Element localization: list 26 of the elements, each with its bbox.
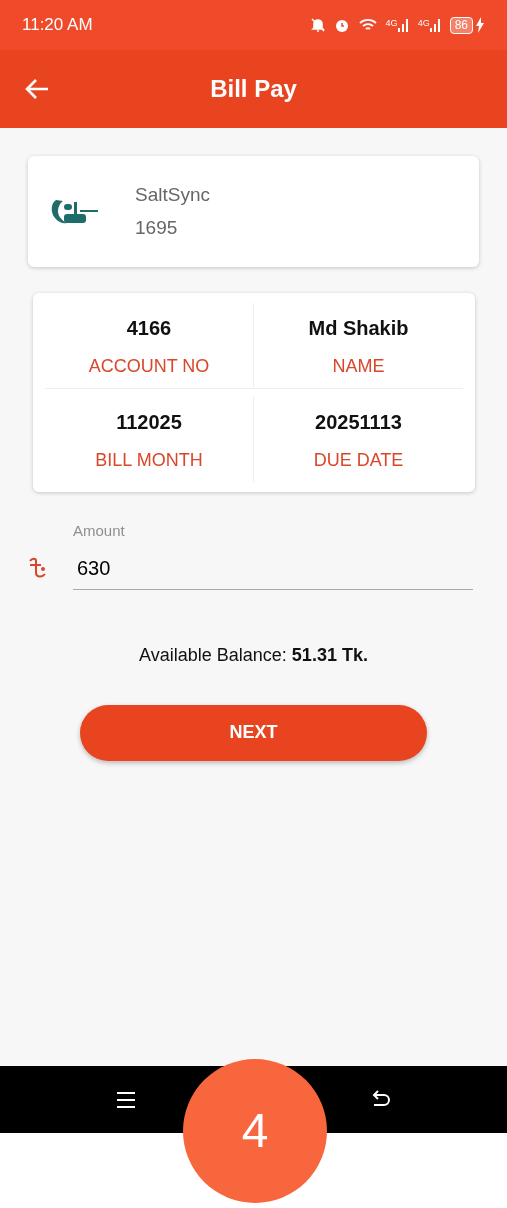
signal-icon: [429, 17, 442, 33]
detail-label: NAME: [331, 355, 386, 378]
amount-label: Amount: [73, 521, 126, 541]
detail-label: DUE DATE: [312, 449, 405, 472]
network-type: 4G: [417, 17, 430, 30]
signal-icon: [397, 17, 410, 33]
detail-value: 20251113: [314, 410, 403, 435]
taka-icon: [28, 556, 48, 580]
biller-name: SaltSync: [135, 183, 210, 207]
amount-field[interactable]: 630: [73, 546, 473, 590]
detail-value: 4166: [125, 316, 173, 341]
detail-label: BILL MONTH: [94, 449, 204, 472]
detail-label: ACCOUNT NO: [87, 355, 211, 378]
available-balance: Available Balance: 51.31 Tk.: [139, 644, 368, 665]
page-title: Bill Pay: [209, 74, 298, 104]
detail-value: Md Shakib: [307, 316, 410, 341]
mute-icon: [309, 17, 326, 33]
wifi-icon: [357, 17, 378, 33]
biller-code: 1695: [135, 215, 179, 240]
alarm-icon: [333, 17, 350, 33]
next-button[interactable]: NEXT: [80, 704, 427, 761]
status-time: 11:20 AM: [22, 14, 93, 37]
menu-icon[interactable]: [115, 1089, 137, 1110]
battery-level: 86: [449, 16, 473, 34]
detail-value: 112025: [115, 410, 183, 435]
network-type: 4G: [385, 17, 398, 30]
